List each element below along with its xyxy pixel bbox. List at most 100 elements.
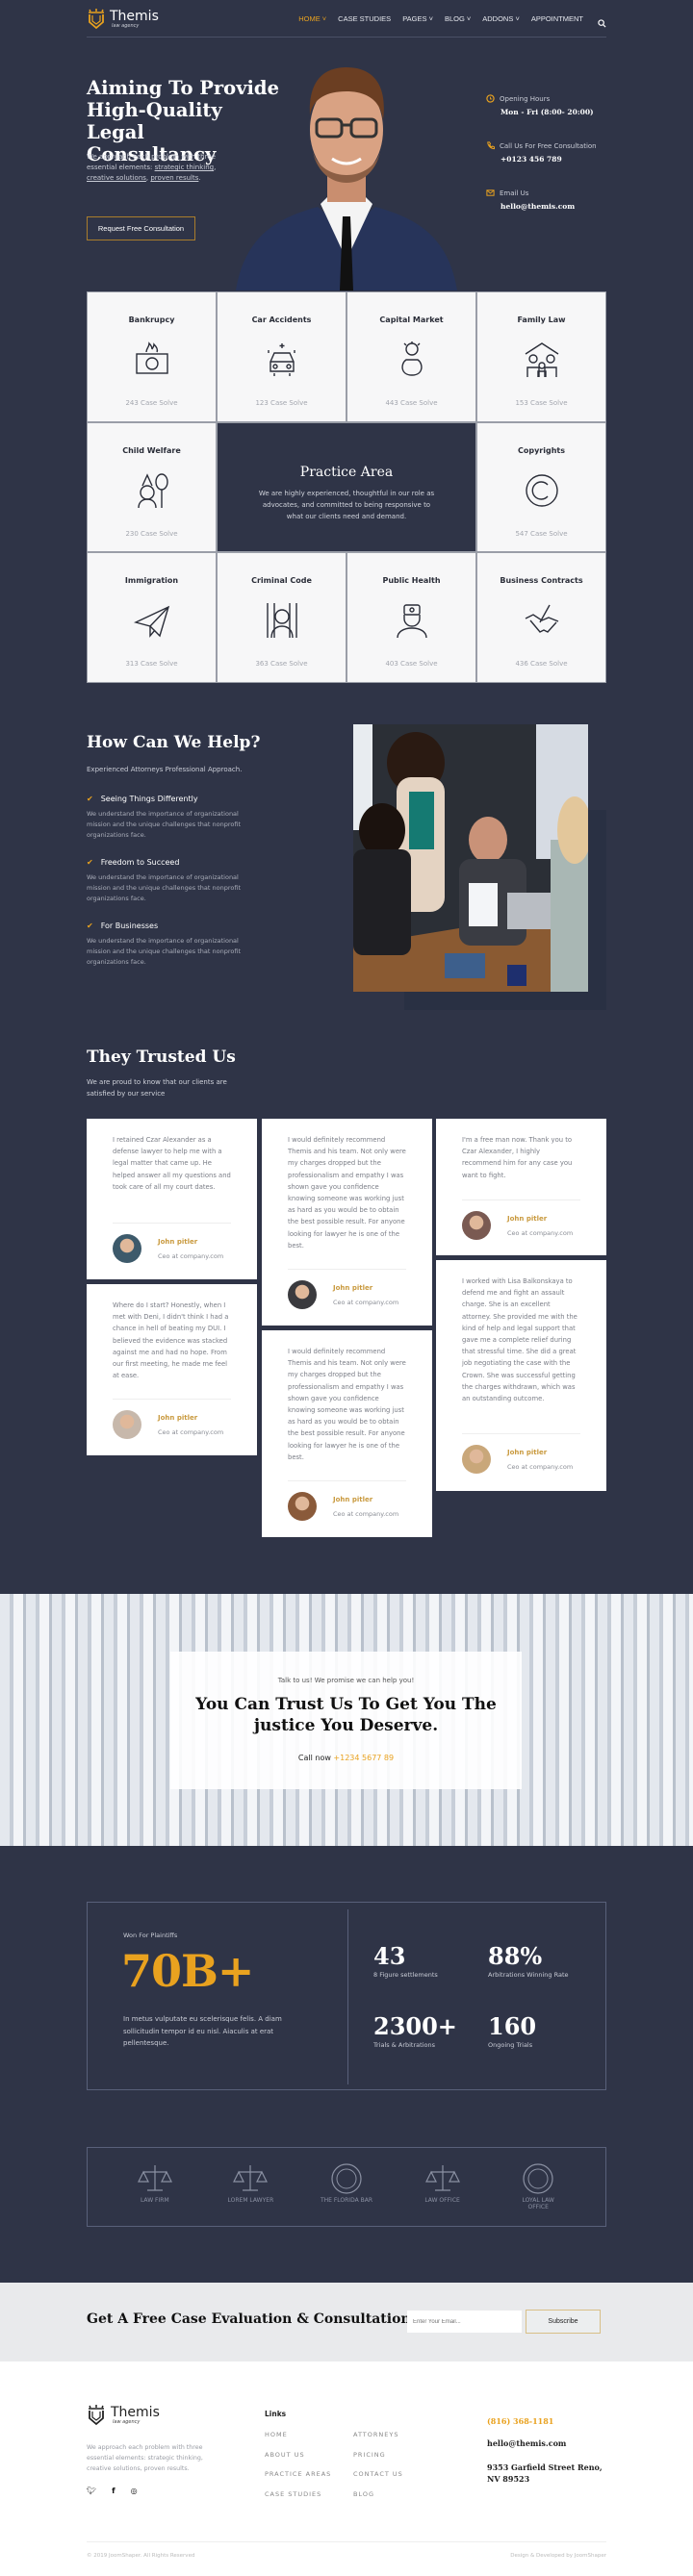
stat-value: 2300+ <box>373 2012 457 2040</box>
nav-label: BLOG <box>444 14 465 23</box>
avatar <box>113 1410 141 1439</box>
request-consultation-button[interactable]: Request Free Consultation <box>87 216 195 240</box>
nav-item-blog[interactable]: BLOG ˅ <box>445 14 471 23</box>
logo[interactable]: Themis law agency <box>87 9 159 30</box>
info-value[interactable]: hello@themis.com <box>500 202 621 211</box>
author-name: John pitler <box>158 1413 198 1422</box>
cta-section: Talk to us! We promise we can help you! … <box>0 1594 693 1846</box>
practice-card-public-health[interactable]: Public Health 403 Case Solve <box>347 553 475 682</box>
nav-item-addons[interactable]: ADDONS ˅ <box>482 14 520 23</box>
practice-card-family-law[interactable]: Family Law 153 Case Solve <box>477 292 605 421</box>
scales-emblem-icon <box>331 2162 362 2194</box>
search-button[interactable] <box>598 13 606 32</box>
call-label: Call now <box>297 1754 331 1762</box>
practice-card-capital-market[interactable]: Capital Market 443 Case Solve <box>347 292 475 421</box>
practice-title: Criminal Code <box>251 576 312 586</box>
testimonial-quote: I retained Czar Alexander as a defense l… <box>113 1136 231 1191</box>
footer-address: 9353 Garfield Street Reno, NV 89523 <box>487 2462 603 2484</box>
meeting-photo <box>353 724 588 992</box>
author-role: Ceo at company.com <box>507 1462 574 1471</box>
logo-shield-icon <box>89 9 104 30</box>
handshake-icon <box>525 604 558 634</box>
avatar <box>462 1445 491 1474</box>
credit: Design & Developed by JoomShaper <box>510 2553 606 2559</box>
practice-title: Bankrupcy <box>128 316 175 324</box>
footer-email[interactable]: hello@themis.com <box>487 2438 566 2448</box>
footer-logo[interactable]: Themis law agency <box>87 2405 160 2426</box>
info-value[interactable]: +0123 456 789 <box>500 155 621 164</box>
footer-link-blog[interactable]: BLOG <box>353 2490 374 2498</box>
help-title: How Can We Help? <box>87 733 261 752</box>
nav-label: CASE STUDIES <box>338 14 392 23</box>
case-count: 123 Case Solve <box>255 399 308 407</box>
partner-logos: LAW FIRM LOREM LAWYER THE FLORIDA BAR LAW O… <box>87 2147 606 2227</box>
link-strategic-thinking[interactable]: strategic thinking <box>155 164 215 171</box>
info-call: Call Us For Free Consultation +0123 456 … <box>486 141 621 164</box>
facebook-icon[interactable]: f <box>112 2487 115 2495</box>
nav-item-appointment[interactable]: APPOINTMENT <box>531 14 583 23</box>
twitter-icon[interactable]: 🐦︎ <box>87 2487 96 2495</box>
practice-card-child-welfare[interactable]: Child Welfare 230 Case Solve <box>88 422 216 552</box>
footer-link-contact-us[interactable]: CONTACT US <box>353 2470 403 2478</box>
partner-logo-text: LOYAL LAW OFFICE <box>522 2196 554 2210</box>
help-item-desc: We understand the importance of organiza… <box>87 937 242 966</box>
practice-area-title: Practice Area <box>299 464 394 480</box>
footer-link-about-us[interactable]: ABOUT US <box>265 2451 305 2459</box>
avatar <box>462 1211 491 1240</box>
instagram-icon[interactable]: ◎ <box>131 2487 138 2495</box>
author-name: John pitler <box>507 1214 548 1223</box>
cta-phone-link[interactable]: +1234 5677 89 <box>333 1754 394 1762</box>
case-count: 547 Case Solve <box>515 529 568 538</box>
partner-logo-3: THE FLORIDA BAR <box>320 2162 373 2212</box>
practice-card-immigration[interactable]: Immigration 313 Case Solve <box>88 553 216 682</box>
email-input[interactable] <box>407 2311 522 2333</box>
column-emblem-icon <box>233 2164 269 2191</box>
practice-card-copyrights[interactable]: Copyrights 547 Case Solve <box>477 422 605 552</box>
cta-small-text: Talk to us! We promise we can help you! <box>277 1677 415 1684</box>
author-role: Ceo at company.com <box>158 1427 224 1436</box>
mail-icon <box>486 189 495 196</box>
author-role: Ceo at company.com <box>333 1298 399 1306</box>
social-links: 🐦︎ f ◎ <box>87 2487 138 2495</box>
stat-label: Arbitrations Winning Rate <box>488 1971 569 1979</box>
practice-card-car-accidents[interactable]: Car Accidents 123 Case Solve <box>218 292 346 421</box>
nav-item-pages[interactable]: PAGES ˅ <box>402 14 433 23</box>
clock-icon <box>486 94 495 103</box>
testimonial-card: Where do I start? Honestly, when I met w… <box>87 1284 257 1455</box>
testimonial-author: John pitler Ceo at company.com <box>288 1280 398 1309</box>
practice-card-business-contracts[interactable]: Business Contracts 436 Case Solve <box>477 553 605 682</box>
divider <box>87 2541 606 2542</box>
footer-link-case-studies[interactable]: CASE STUDIES <box>265 2490 321 2498</box>
stat-item: 2300+ Trials & Arbitrations <box>373 2012 457 2050</box>
practice-card-criminal-code[interactable]: Criminal Code 363 Case Solve <box>218 553 346 682</box>
author-role: Ceo at company.com <box>158 1251 224 1260</box>
nav-item-home[interactable]: HOME ˅ <box>298 14 326 23</box>
footer-link-home[interactable]: HOME <box>265 2431 288 2438</box>
case-count: 443 Case Solve <box>385 399 438 407</box>
nav-label: ADDONS <box>482 14 514 23</box>
footer-link-practice-areas[interactable]: PRACTICE AREAS <box>265 2470 331 2478</box>
partner-logo-text: LOREM LAWYER <box>227 2196 274 2204</box>
case-count: 313 Case Solve <box>125 660 178 669</box>
partner-logo-text: LAW FIRM <box>140 2196 169 2204</box>
stat-item: 88% Arbitrations Winning Rate <box>488 1944 569 1980</box>
practice-area-grid: Practice Area We are highly experienced,… <box>87 291 606 683</box>
info-opening-hours: Opening Hours Mon - Fri (8:00- 20:00) <box>486 94 621 116</box>
subscribe-button[interactable]: Subscribe <box>526 2310 601 2334</box>
testimonial-quote: I would definitely recommend Themis and … <box>288 1136 406 1250</box>
practice-area-intro: Practice Area We are highly experienced,… <box>218 422 475 552</box>
testimonial-quote: Where do I start? Honestly, when I met w… <box>113 1301 229 1380</box>
practice-card-bankrupcy[interactable]: Bankrupcy 243 Case Solve <box>88 292 216 421</box>
divider <box>288 1480 406 1481</box>
footer-link-pricing[interactable]: PRICING <box>353 2451 386 2459</box>
nav-item-case-studies[interactable]: CASE STUDIES <box>338 14 391 23</box>
family-house-icon <box>525 342 558 377</box>
footer-link-attorneys[interactable]: ATTORNEYS <box>353 2431 398 2438</box>
copyright: © 2019 JoomShaper. All Rights Reserved <box>87 2553 195 2559</box>
footer-phone[interactable]: (816) 368-1181 <box>487 2416 553 2426</box>
doctor-icon <box>396 604 427 639</box>
link-creative-solutions[interactable]: creative solutions <box>87 174 146 182</box>
search-icon <box>598 19 606 28</box>
link-proven-results[interactable]: proven results <box>150 174 198 182</box>
nav-label: HOME <box>298 14 321 23</box>
